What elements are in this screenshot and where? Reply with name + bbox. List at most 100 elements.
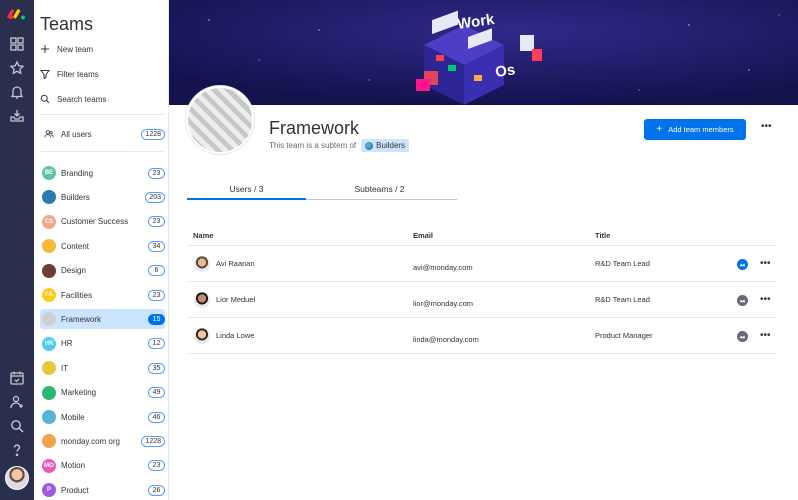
more-options-icon[interactable]: ••• (761, 121, 772, 132)
team-name: IT (61, 363, 69, 373)
search-teams-label: Search teams (57, 94, 107, 104)
role-badge-icon[interactable] (737, 295, 748, 306)
team-avatar: FA (42, 288, 56, 302)
notifications-icon[interactable] (9, 84, 25, 100)
sidebar-team-item[interactable]: HR HR 12 (40, 334, 165, 354)
user-title: Product Manager (595, 331, 653, 340)
sidebar-team-item[interactable]: monday.com org 1228 (40, 431, 165, 451)
teams-sidebar: Teams New team Filter teams Search teams… (34, 0, 169, 500)
parent-team-chip[interactable]: Builders (361, 139, 410, 152)
team-count-badge: 46 (148, 411, 165, 423)
user-title: R&D Team Lead (595, 259, 650, 268)
team-banner: Work Os (169, 0, 798, 105)
user-avatar[interactable] (194, 292, 210, 308)
role-badge-icon[interactable] (737, 259, 748, 270)
team-count-badge: 203 (145, 191, 165, 203)
current-user-avatar[interactable] (5, 466, 29, 490)
tab-users[interactable]: Users / 3 (187, 184, 306, 194)
team-avatar: CS (42, 214, 56, 229)
team-count-badge: 6 (148, 265, 165, 277)
team-avatar[interactable] (186, 86, 254, 154)
banner-os-text: Os (494, 61, 516, 81)
sidebar-team-item[interactable]: CS Customer Success 23 (40, 212, 165, 232)
user-title: R&D Team Lead (595, 295, 650, 304)
divider (40, 114, 164, 115)
team-count-badge: 34 (148, 240, 165, 252)
inbox-icon[interactable] (9, 108, 25, 124)
user-name[interactable]: Lior Meduel (216, 295, 255, 304)
team-name: Framework (61, 314, 102, 324)
row-more-options-icon[interactable]: ••• (760, 330, 771, 341)
team-name: HR (61, 339, 73, 349)
team-name: Builders (61, 192, 90, 202)
tab-subteams[interactable]: Subteams / 2 (320, 184, 439, 194)
team-count-badge: 15 (148, 313, 165, 325)
invite-icon[interactable] (9, 394, 25, 410)
sidebar-team-item[interactable]: Builders 203 (40, 187, 165, 207)
table-row[interactable]: Lior Meduel lior@monday.com R&D Team Lead •… (187, 282, 777, 317)
team-name: monday.com org (61, 436, 120, 446)
team-name: Mobile (61, 412, 85, 422)
row-more-options-icon[interactable]: ••• (760, 294, 771, 305)
team-avatar (42, 385, 56, 400)
team-avatar (42, 410, 56, 424)
sidebar-team-item[interactable]: MO Motion 23 (40, 456, 165, 476)
team-avatar: P (42, 483, 56, 498)
row-divider (187, 353, 777, 354)
new-team-button[interactable]: New team (40, 41, 93, 57)
user-email: linda@monday.com (413, 335, 479, 344)
workspaces-icon[interactable] (9, 36, 25, 52)
user-avatar[interactable] (194, 256, 210, 272)
team-count-badge: 12 (148, 338, 165, 350)
sidebar-team-item[interactable]: Content 34 (40, 236, 165, 256)
plus-icon: + (656, 123, 663, 135)
help-icon[interactable] (9, 442, 25, 458)
team-name: Marketing (61, 388, 97, 398)
search-icon[interactable] (9, 418, 25, 434)
team-avatar (42, 239, 56, 254)
team-count-badge: 23 (148, 289, 165, 301)
role-badge-icon[interactable] (737, 331, 748, 342)
team-count-badge: 1228 (141, 435, 165, 447)
sidebar-team-item[interactable]: P Product 26 (40, 480, 165, 500)
all-users-item[interactable]: All users 1228 (40, 124, 165, 144)
parent-team-label: Builders (376, 141, 406, 150)
user-email: lior@monday.com (413, 299, 473, 308)
row-more-options-icon[interactable]: ••• (760, 258, 771, 269)
team-count-badge: 49 (148, 387, 165, 399)
team-avatar: HR (42, 336, 56, 351)
column-header-email[interactable]: Email (413, 231, 433, 240)
filter-icon (40, 69, 50, 79)
sidebar-team-item[interactable]: Mobile 46 (40, 407, 165, 427)
team-name: Motion (61, 461, 86, 471)
user-name[interactable]: Avi Raanan (216, 259, 255, 268)
table-row[interactable]: Avi Raanan avi@monday.com R&D Team Lead ••• (187, 246, 777, 281)
team-name: Facilities (61, 290, 93, 300)
sidebar-team-item[interactable]: Design 6 (40, 261, 165, 281)
column-header-title[interactable]: Title (595, 231, 610, 240)
all-users-count: 1228 (141, 128, 165, 140)
subteam-text: This team is a subtem of (269, 141, 357, 150)
my-work-icon[interactable] (9, 370, 25, 386)
sidebar-team-item[interactable]: FA Facilities 23 (40, 285, 165, 305)
column-header-name[interactable]: Name (193, 231, 213, 240)
favorites-icon[interactable] (9, 60, 25, 76)
filter-teams-button[interactable]: Filter teams (40, 66, 99, 82)
sidebar-team-item[interactable]: BE Branding 23 (40, 163, 165, 183)
team-avatar: BE (42, 166, 56, 180)
add-team-members-label: Add team members (668, 125, 734, 134)
users-icon (42, 127, 56, 141)
sidebar-team-item[interactable]: Framework 15 (40, 309, 165, 330)
monday-logo[interactable] (7, 7, 27, 21)
team-name: Product (61, 485, 89, 495)
user-name[interactable]: Linda Lowe (216, 331, 254, 340)
search-teams-button[interactable]: Search teams (40, 91, 106, 107)
table-row[interactable]: Linda Lowe linda@monday.com Product Manage… (187, 318, 777, 353)
user-avatar[interactable] (194, 328, 210, 344)
divider (40, 151, 164, 152)
user-email: avi@monday.com (413, 263, 473, 272)
sidebar-team-item[interactable]: IT 35 (40, 358, 165, 378)
search-icon (40, 94, 50, 104)
add-team-members-button[interactable]: + Add team members (644, 119, 746, 140)
sidebar-team-item[interactable]: Marketing 49 (40, 383, 165, 403)
